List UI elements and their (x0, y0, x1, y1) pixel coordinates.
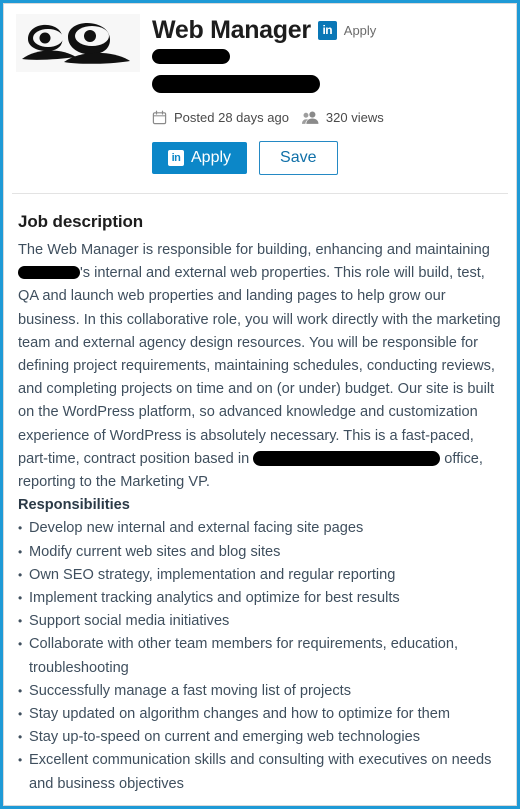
job-title-row: Web Manager in Apply (152, 16, 504, 44)
views-meta: 320 views (301, 110, 384, 125)
calendar-icon (152, 110, 167, 125)
company-name-link[interactable] (152, 49, 230, 64)
company-logo-icon (22, 22, 130, 64)
job-description-paragraph: The Web Manager is responsible for build… (18, 239, 502, 494)
list-item: Support social media initiatives (18, 610, 502, 633)
job-header: Web Manager in Apply Posted 28 days ago … (4, 4, 516, 193)
linkedin-icon-apply: in (168, 150, 184, 166)
posted-date-meta: Posted 28 days ago (152, 110, 289, 125)
page-title: Web Manager (152, 16, 311, 44)
linkedin-apply-label: Apply (343, 22, 377, 38)
company-logo (16, 14, 140, 72)
list-item: Stay up-to-speed on current and emerging… (18, 726, 502, 749)
job-location (152, 75, 320, 93)
job-posting-card: Web Manager in Apply Posted 28 days ago … (3, 3, 517, 806)
description-text-part-1: The Web Manager is responsible for build… (18, 242, 490, 258)
responsibilities-heading: Responsibilities (18, 497, 130, 514)
list-item: Develop new internal and external facing… (18, 517, 502, 540)
page-frame: Web Manager in Apply Posted 28 days ago … (0, 0, 520, 809)
list-item: Stay updated on algorithm changes and ho… (18, 703, 502, 726)
list-item: Collaborate with other team members for … (18, 633, 502, 679)
people-icon (301, 111, 319, 124)
description-text-part-2: 's internal and external web properties.… (18, 265, 501, 467)
list-item: Own SEO strategy, implementation and reg… (18, 564, 502, 587)
apply-button[interactable]: in Apply (152, 142, 248, 174)
job-header-main: Web Manager in Apply Posted 28 days ago … (152, 14, 504, 193)
save-button[interactable]: Save (259, 141, 338, 175)
list-item: Excellent communication skills and consu… (18, 749, 502, 795)
apply-button-label: Apply (191, 149, 232, 166)
list-item: Modify current web sites and blog sites (18, 541, 502, 564)
linkedin-icon: in (317, 20, 337, 40)
responsibilities-list: Develop new internal and external facing… (18, 517, 502, 795)
views-label: 320 views (325, 110, 384, 125)
job-action-buttons: in Apply Save (152, 141, 504, 175)
job-meta-row: Posted 28 days ago 320 views (152, 110, 504, 125)
list-item: Implement tracking analytics and optimiz… (18, 587, 502, 610)
list-item: Successfully manage a fast moving list o… (18, 680, 502, 703)
redacted-company-name-inline (18, 266, 80, 280)
section-title-job-description: Job description (18, 212, 144, 231)
posted-date-label: Posted 28 days ago (174, 110, 289, 125)
redacted-location-inline (253, 450, 441, 466)
job-description-section: Job description The Web Manager is respo… (4, 194, 516, 805)
